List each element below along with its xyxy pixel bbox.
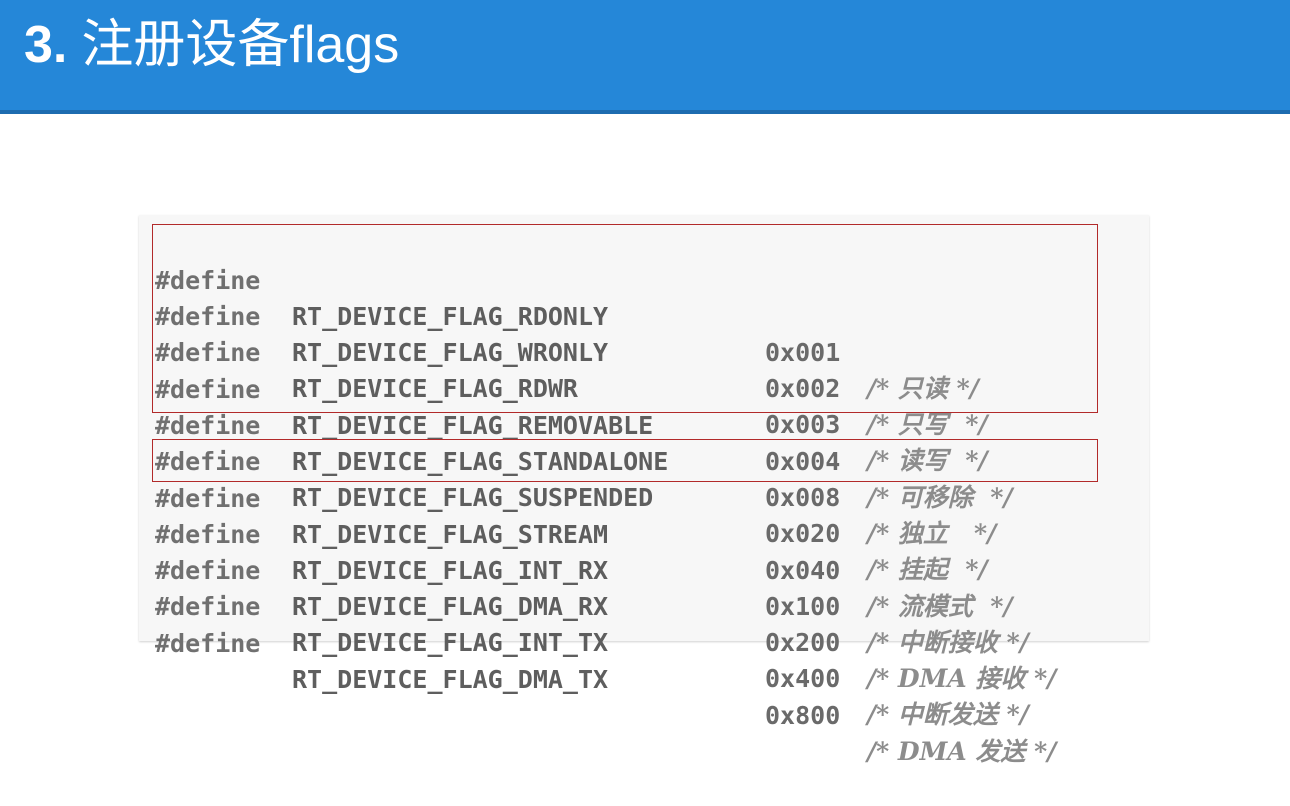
macro-comment: /* 中断发送 */ <box>867 700 1029 729</box>
macro-comment: /* 独立 */ <box>867 519 997 548</box>
title-number: 3. <box>24 16 68 74</box>
code-line-dma-rx: #define RT_DEVICE_FLAG_DMA_RX 0x200 /* D… <box>155 517 1056 693</box>
title-bar: 3. 注册设备flags <box>0 0 1290 114</box>
macro-comment: /* 可移除 */ <box>867 483 1013 512</box>
macro-comment: /* 流模式 */ <box>867 592 1013 621</box>
macro-comment: /* DMA 发送 */ <box>867 737 1057 766</box>
macro-name: RT_DEVICE_FLAG_STREAM <box>292 520 609 549</box>
code-line-int-tx: #define RT_DEVICE_FLAG_INT_TX 0x400 /* 中… <box>155 553 1029 729</box>
page-title: 3. 注册设备flags <box>24 12 399 78</box>
macro-value: 0x020 <box>765 519 841 548</box>
macro-name: RT_DEVICE_FLAG_INT_TX <box>292 628 609 657</box>
macro-name: RT_DEVICE_FLAG_DMA_RX <box>292 592 609 621</box>
macro-name: RT_DEVICE_FLAG_DMA_TX <box>292 665 609 694</box>
highlight-box-stream-flag <box>152 439 1098 482</box>
macro-name: RT_DEVICE_FLAG_INT_RX <box>292 556 609 585</box>
macro-value: 0x400 <box>765 664 841 693</box>
macro-name: RT_DEVICE_FLAG_SUSPENDED <box>292 483 654 512</box>
macro-value: 0x008 <box>765 483 841 512</box>
macro-value: 0x800 <box>765 701 841 730</box>
macro-comment: /* 挂起 */ <box>867 555 988 584</box>
title-text: 注册设备flags <box>81 16 400 74</box>
macro-comment: /* DMA 接收 */ <box>867 664 1057 693</box>
macro-value: 0x040 <box>765 556 841 585</box>
macro-value: 0x100 <box>765 592 841 621</box>
macro-comment: /* 中断接收 */ <box>867 628 1029 657</box>
code-line-dma-tx: #define RT_DEVICE_FLAG_DMA_TX 0x800 /* D… <box>155 590 1056 766</box>
highlight-box-basic-flags <box>152 224 1098 413</box>
macro-value: 0x200 <box>765 628 841 657</box>
define-keyword: #define <box>155 629 261 658</box>
code-line-int-rx: #define RT_DEVICE_FLAG_INT_RX 0x100 /* 中… <box>155 481 1029 657</box>
